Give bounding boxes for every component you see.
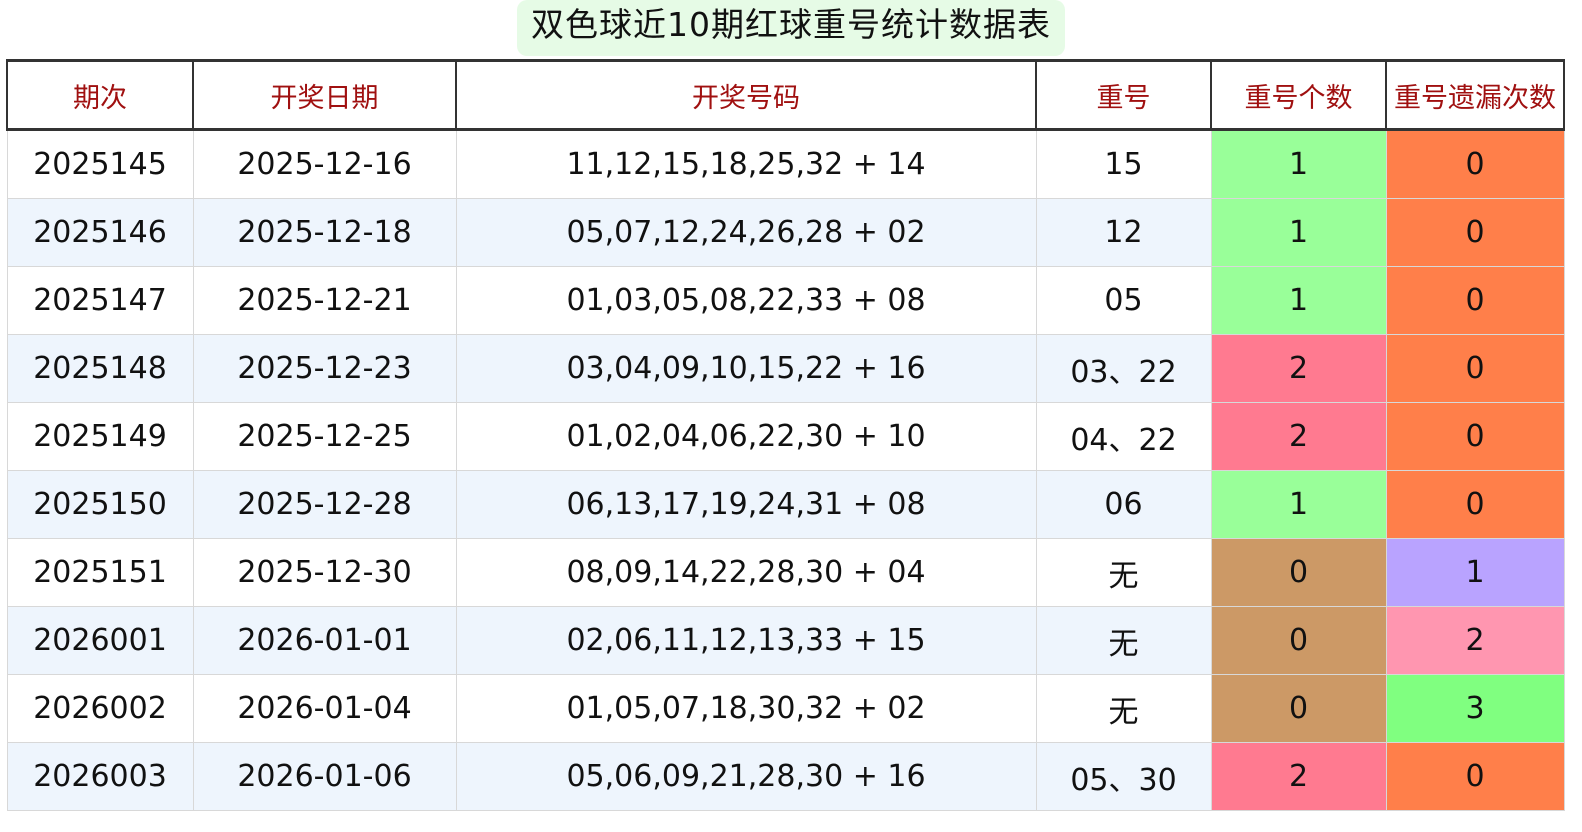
cell-repeat-miss: 2	[1385, 606, 1565, 675]
cell-issue: 2026001	[6, 606, 194, 675]
cell-repeat: 03、22	[1035, 334, 1212, 403]
cell-date: 2025-12-30	[192, 538, 457, 607]
cell-repeat-miss: 0	[1385, 402, 1565, 471]
cell-repeat-miss: 0	[1385, 334, 1565, 403]
table-row: 2025146 2025-12-18 05,07,12,24,26,28 + 02 1…	[6, 198, 1565, 267]
cell-date: 2025-12-16	[192, 129, 457, 199]
cell-repeat-count: 0	[1210, 538, 1387, 607]
table-row: 2026001 2026-01-01 02,06,11,12,13,33 + 15 无…	[6, 606, 1565, 675]
cell-repeat-count: 0	[1210, 606, 1387, 675]
cell-date: 2025-12-21	[192, 266, 457, 335]
cell-date: 2025-12-23	[192, 334, 457, 403]
cell-repeat-miss: 0	[1385, 198, 1565, 267]
table-row: 2026003 2026-01-06 05,06,09,21,28,30 + 16 0…	[6, 742, 1565, 811]
cell-repeat-count: 2	[1210, 402, 1387, 471]
cell-date: 2026-01-01	[192, 606, 457, 675]
cell-date: 2025-12-25	[192, 402, 457, 471]
cell-numbers: 01,03,05,08,22,33 + 08	[455, 266, 1037, 335]
cell-numbers: 08,09,14,22,28,30 + 04	[455, 538, 1037, 607]
table-row: 2025145 2025-12-16 11,12,15,18,25,32 + 14 1…	[6, 129, 1565, 199]
cell-repeat: 04、22	[1035, 402, 1212, 471]
table-row: 2025147 2025-12-21 01,03,05,08,22,33 + 08 0…	[6, 266, 1565, 335]
table-row: 2025150 2025-12-28 06,13,17,19,24,31 + 08 0…	[6, 470, 1565, 539]
table-header: 期次 开奖日期 开奖号码 重号 重号个数 重号遗漏次数	[6, 59, 1565, 131]
table-row: 2026002 2026-01-04 01,05,07,18,30,32 + 02 无…	[6, 674, 1565, 743]
cell-date: 2026-01-06	[192, 742, 457, 811]
cell-issue: 2025148	[6, 334, 194, 403]
page-title: 双色球近10期红球重号统计数据表	[517, 0, 1065, 56]
cell-numbers: 02,06,11,12,13,33 + 15	[455, 606, 1037, 675]
header-repeat-count: 重号个数	[1210, 59, 1387, 131]
cell-date: 2026-01-04	[192, 674, 457, 743]
cell-repeat: 05、30	[1035, 742, 1212, 811]
cell-repeat-count: 1	[1210, 129, 1387, 199]
cell-date: 2025-12-18	[192, 198, 457, 267]
cell-repeat-count: 0	[1210, 674, 1387, 743]
cell-numbers: 06,13,17,19,24,31 + 08	[455, 470, 1037, 539]
cell-numbers: 05,07,12,24,26,28 + 02	[455, 198, 1037, 267]
table-row: 2025151 2025-12-30 08,09,14,22,28,30 + 04 无…	[6, 538, 1565, 607]
cell-issue: 2025147	[6, 266, 194, 335]
cell-repeat-miss: 0	[1385, 129, 1565, 199]
cell-repeat: 无	[1035, 674, 1212, 743]
cell-repeat-count: 2	[1210, 334, 1387, 403]
cell-issue: 2026003	[6, 742, 194, 811]
cell-repeat-count: 1	[1210, 198, 1387, 267]
cell-repeat-miss: 1	[1385, 538, 1565, 607]
cell-repeat-miss: 0	[1385, 266, 1565, 335]
title-area: 双色球近10期红球重号统计数据表	[0, 0, 1582, 58]
cell-repeat: 12	[1035, 198, 1212, 267]
cell-issue: 2025145	[6, 129, 194, 199]
cell-numbers: 05,06,09,21,28,30 + 16	[455, 742, 1037, 811]
header-date: 开奖日期	[192, 59, 457, 131]
cell-repeat: 无	[1035, 538, 1212, 607]
stats-table: 期次 开奖日期 开奖号码 重号 重号个数 重号遗漏次数 2025145 2025-…	[6, 59, 1565, 811]
cell-repeat-count: 1	[1210, 470, 1387, 539]
header-issue: 期次	[6, 59, 194, 131]
table-body: 2025145 2025-12-16 11,12,15,18,25,32 + 14 1…	[6, 129, 1565, 811]
cell-issue: 2026002	[6, 674, 194, 743]
cell-repeat-miss: 0	[1385, 470, 1565, 539]
cell-numbers: 01,05,07,18,30,32 + 02	[455, 674, 1037, 743]
header-numbers: 开奖号码	[455, 59, 1037, 131]
header-repeat-miss: 重号遗漏次数	[1385, 59, 1565, 131]
cell-issue: 2025150	[6, 470, 194, 539]
cell-numbers: 01,02,04,06,22,30 + 10	[455, 402, 1037, 471]
header-row: 期次 开奖日期 开奖号码 重号 重号个数 重号遗漏次数	[6, 59, 1565, 131]
cell-numbers: 11,12,15,18,25,32 + 14	[455, 129, 1037, 199]
cell-repeat-count: 1	[1210, 266, 1387, 335]
cell-repeat-miss: 0	[1385, 742, 1565, 811]
cell-repeat: 05	[1035, 266, 1212, 335]
cell-repeat-count: 2	[1210, 742, 1387, 811]
cell-repeat: 06	[1035, 470, 1212, 539]
header-repeat: 重号	[1035, 59, 1212, 131]
table-row: 2025149 2025-12-25 01,02,04,06,22,30 + 10 0…	[6, 402, 1565, 471]
cell-repeat-miss: 3	[1385, 674, 1565, 743]
cell-date: 2025-12-28	[192, 470, 457, 539]
cell-issue: 2025149	[6, 402, 194, 471]
cell-repeat: 15	[1035, 129, 1212, 199]
cell-numbers: 03,04,09,10,15,22 + 16	[455, 334, 1037, 403]
table-row: 2025148 2025-12-23 03,04,09,10,15,22 + 16 0…	[6, 334, 1565, 403]
cell-repeat: 无	[1035, 606, 1212, 675]
cell-issue: 2025151	[6, 538, 194, 607]
cell-issue: 2025146	[6, 198, 194, 267]
